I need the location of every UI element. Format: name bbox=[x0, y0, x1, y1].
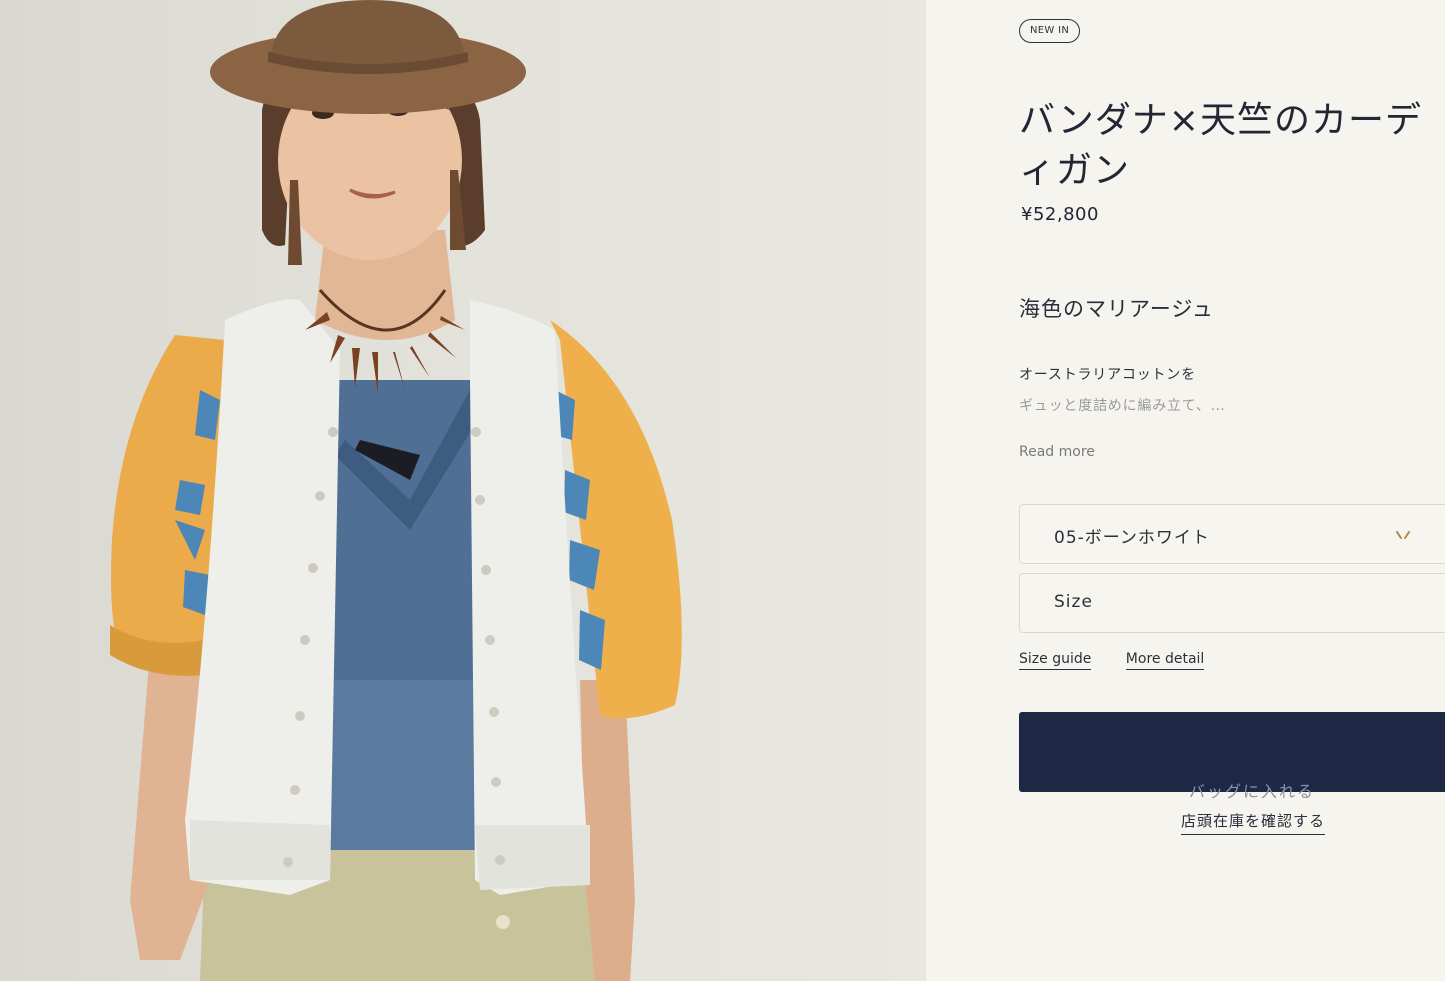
chevron-down-icon bbox=[1396, 531, 1410, 539]
product-price: ¥52,800 bbox=[1021, 204, 1099, 225]
add-to-bag-button[interactable]: バッグに入れる bbox=[1019, 712, 1445, 801]
detail-links: Size guide More detail bbox=[1019, 651, 1205, 670]
product-title: バンダナ×天竺のカーディガン bbox=[1019, 100, 1422, 192]
new-in-badge: NEW IN bbox=[1019, 19, 1081, 43]
product-description-line1: オーストラリアコットンを bbox=[1019, 367, 1196, 383]
model-illustration bbox=[110, 0, 682, 981]
product-info-panel: NEW IN バンダナ×天竺のカーディガン ¥52,800 海色のマリアージュ … bbox=[926, 0, 1445, 981]
size-select-placeholder: Size bbox=[1054, 592, 1093, 612]
read-more-link[interactable]: Read more bbox=[1019, 444, 1095, 460]
color-select[interactable]: 05-ボーンホワイト bbox=[1019, 504, 1445, 564]
check-store-stock-link[interactable]: 店頭在庫を確認する bbox=[1181, 810, 1326, 835]
product-subtitle: 海色のマリアージュ bbox=[1019, 297, 1214, 321]
product-photo bbox=[0, 0, 926, 981]
size-guide-link[interactable]: Size guide bbox=[1019, 651, 1092, 670]
more-detail-link[interactable]: More detail bbox=[1125, 651, 1205, 670]
product-description-line2: ギュッと度詰めに編み立て、… bbox=[1019, 398, 1226, 414]
color-select-value: 05-ボーンホワイト bbox=[1054, 528, 1210, 548]
size-select[interactable]: Size bbox=[1019, 573, 1445, 633]
